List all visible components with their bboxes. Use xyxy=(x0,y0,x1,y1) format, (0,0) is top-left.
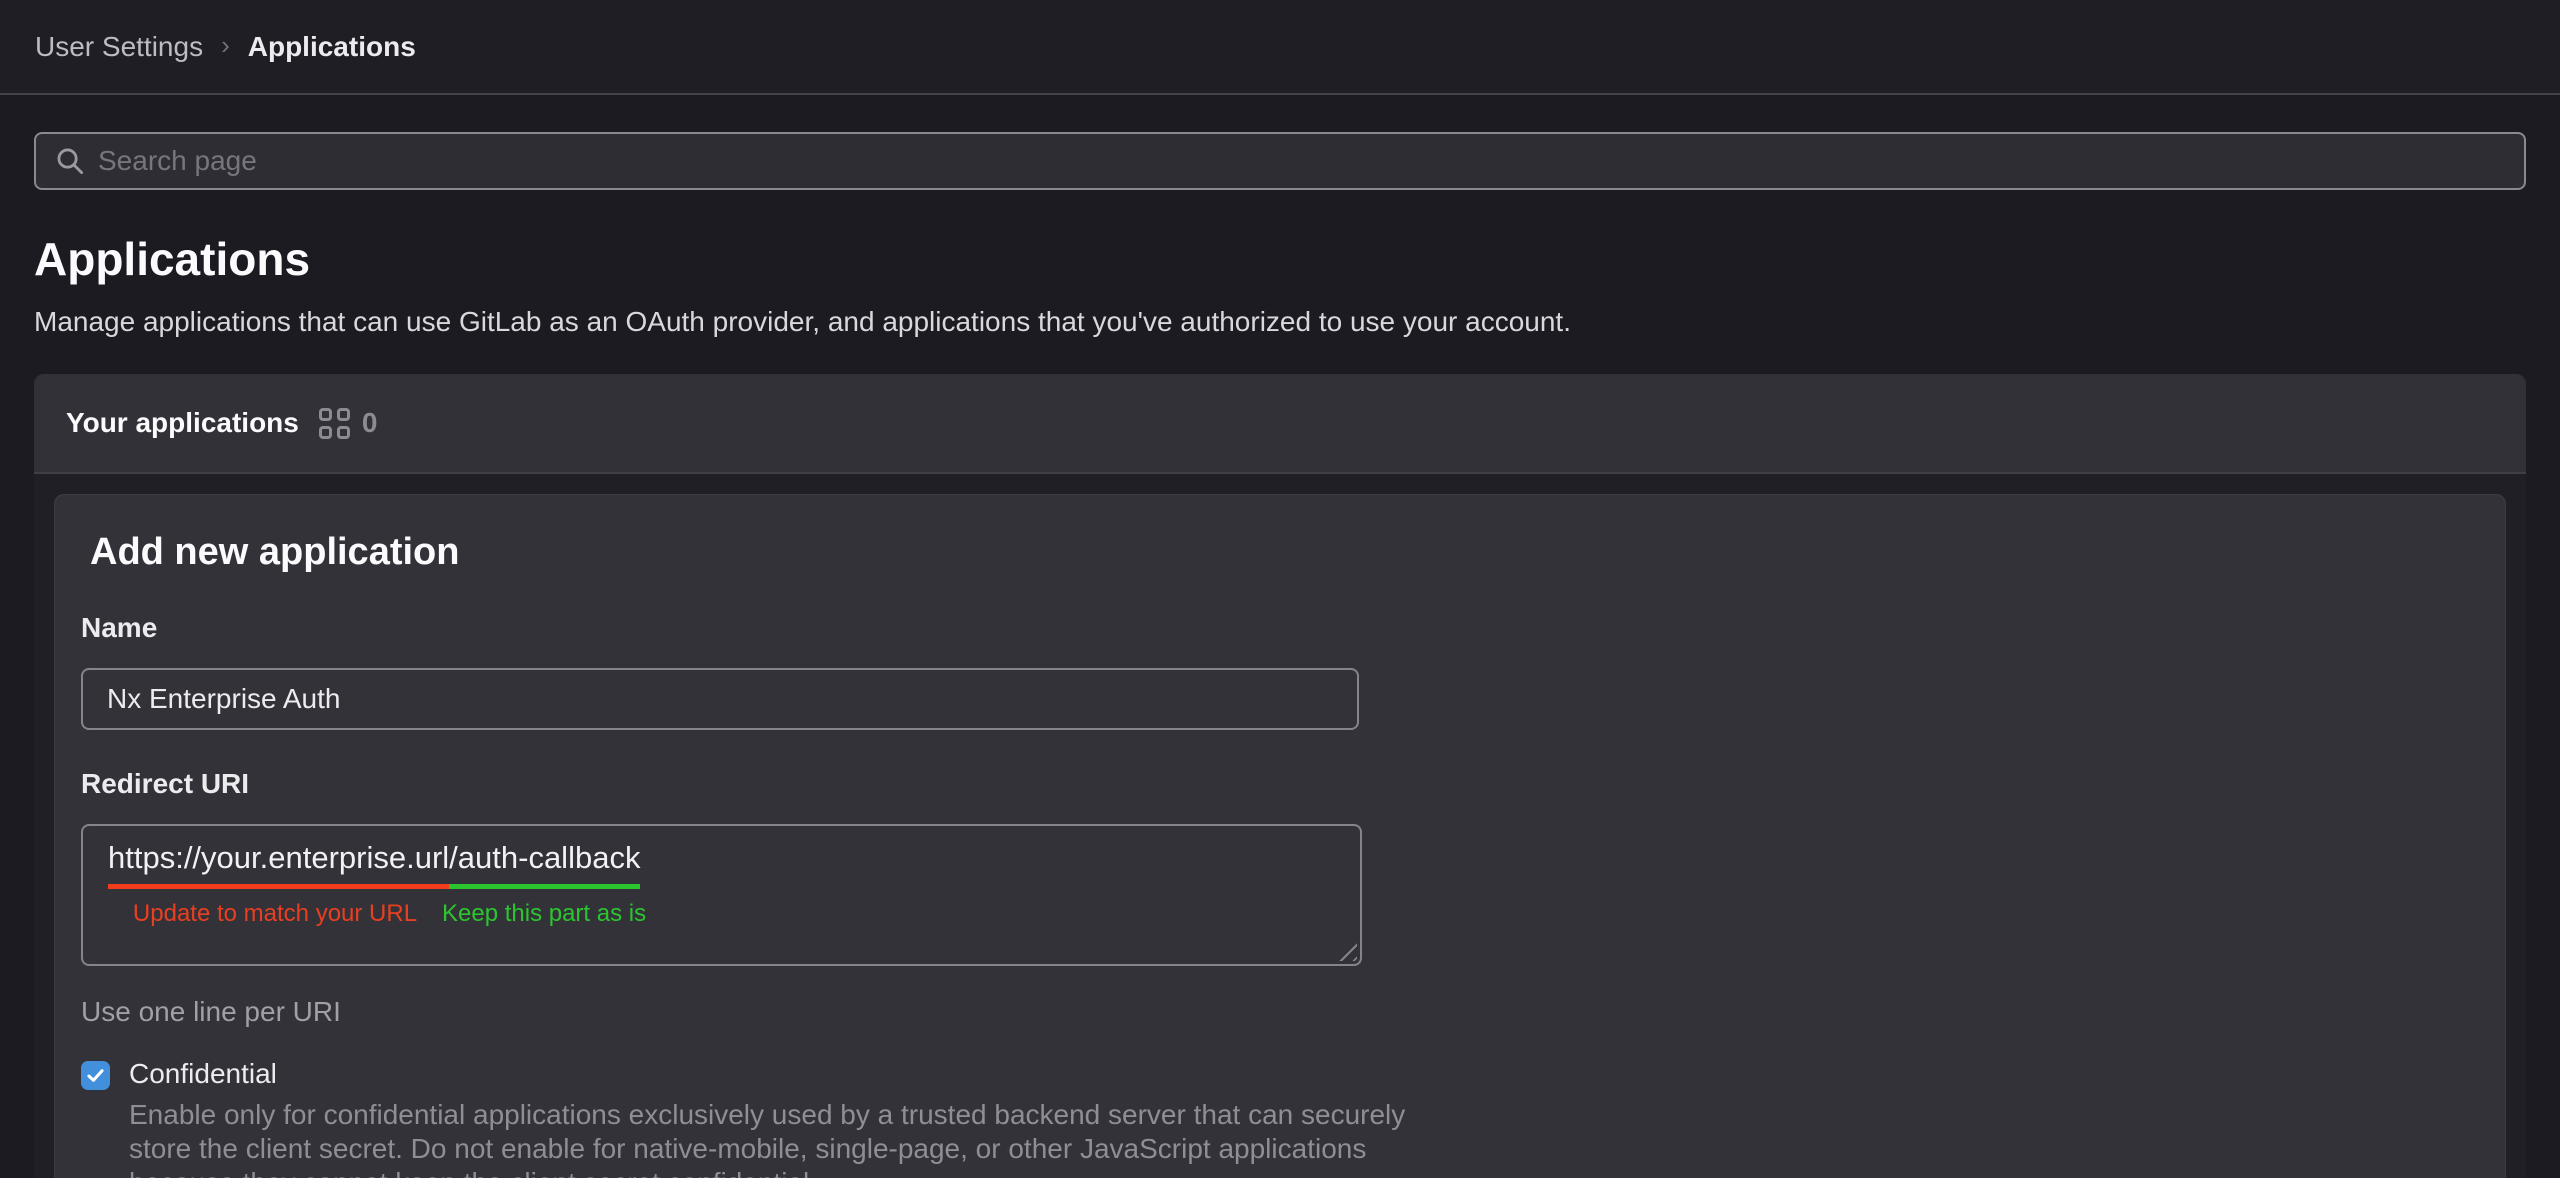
search-input[interactable] xyxy=(98,145,2505,177)
breadcrumb: User Settings › Applications xyxy=(35,31,416,63)
redirect-uri-label: Redirect URI xyxy=(81,768,2477,800)
annotation-keep-part: Keep this part as is xyxy=(442,900,646,928)
card-title: Add new application xyxy=(90,531,2477,574)
redirect-uri-help: Use one line per URI xyxy=(81,996,2477,1028)
redirect-uri-textarea[interactable]: https://your.enterprise.url/auth-callbac… xyxy=(81,824,1362,966)
top-bar: User Settings › Applications xyxy=(0,0,2560,95)
chevron-right-icon: › xyxy=(221,30,230,61)
redirect-uri-value: https://your.enterprise.url/auth-callbac… xyxy=(108,841,1360,889)
main-content: Applications Manage applications that ca… xyxy=(0,132,2560,1178)
page-description: Manage applications that can use GitLab … xyxy=(34,306,2526,338)
application-name-input[interactable] xyxy=(81,668,1359,730)
applications-grid-icon xyxy=(319,408,350,439)
search-icon xyxy=(55,146,85,176)
your-applications-panel: Your applications 0 Add new application … xyxy=(34,374,2526,1178)
page-title: Applications xyxy=(34,232,2526,286)
confidential-label[interactable]: Confidential xyxy=(129,1058,1414,1090)
confidential-checkbox[interactable] xyxy=(81,1061,110,1090)
breadcrumb-user-settings[interactable]: User Settings xyxy=(35,31,203,63)
search-box[interactable] xyxy=(34,132,2526,190)
name-label: Name xyxy=(81,612,2477,644)
check-icon xyxy=(86,1066,105,1085)
confidential-row: Confidential Enable only for confidentia… xyxy=(81,1058,2477,1178)
textarea-resize-handle[interactable] xyxy=(1339,943,1357,961)
confidential-description: Enable only for confidential application… xyxy=(129,1098,1414,1178)
annotation-update-url: Update to match your URL xyxy=(108,900,442,928)
add-application-card: Add new application Name Redirect URI ht… xyxy=(54,494,2506,1178)
panel-body: Add new application Name Redirect URI ht… xyxy=(34,474,2526,1178)
panel-header: Your applications 0 xyxy=(34,374,2526,474)
redirect-uri-host-part: https://your.enterprise.url xyxy=(108,841,449,889)
applications-count-badge: 0 xyxy=(362,407,378,439)
confidential-text: Confidential Enable only for confidentia… xyxy=(129,1058,1414,1178)
panel-title: Your applications xyxy=(66,407,299,439)
redirect-uri-annotations: Update to match your URL Keep this part … xyxy=(108,900,1360,928)
redirect-uri-path-part: /auth-callback xyxy=(449,841,640,889)
breadcrumb-current-applications: Applications xyxy=(248,31,416,63)
